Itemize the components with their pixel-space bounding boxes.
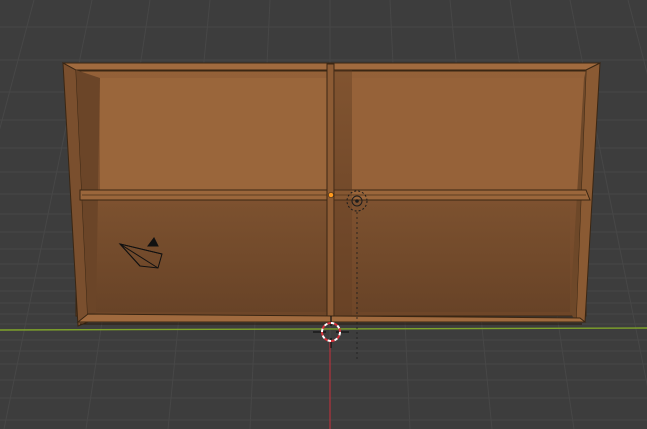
3d-viewport[interactable] [0, 0, 647, 429]
object-origin-dot[interactable] [328, 192, 334, 198]
viewport-scene[interactable] [0, 0, 647, 429]
